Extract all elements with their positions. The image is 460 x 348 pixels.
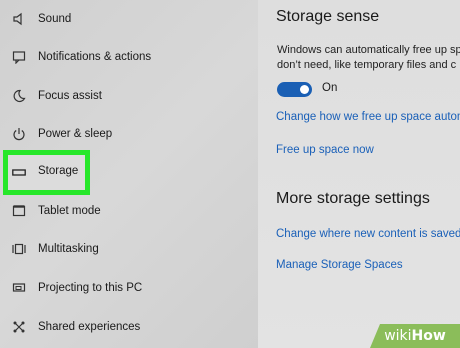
sidebar-item-focus-assist[interactable]: Focus assist bbox=[0, 77, 258, 115]
power-icon bbox=[11, 126, 27, 142]
toggle-state-label: On bbox=[322, 82, 338, 94]
moon-icon bbox=[11, 88, 27, 104]
settings-sidebar: Sound Notifications & actions Focus assi… bbox=[0, 0, 258, 348]
watermark-brand: wiki bbox=[384, 328, 412, 344]
shared-experiences-icon bbox=[11, 319, 27, 335]
sidebar-item-storage[interactable]: Storage bbox=[3, 150, 90, 195]
projector-icon bbox=[11, 280, 27, 296]
sidebar-item-label: Multitasking bbox=[38, 243, 99, 255]
sidebar-item-label: Shared experiences bbox=[38, 321, 141, 333]
notification-icon bbox=[11, 49, 27, 65]
tablet-icon bbox=[11, 203, 27, 219]
sidebar-item-shared-experiences[interactable]: Shared experiences bbox=[0, 308, 258, 346]
sidebar-item-label: Focus assist bbox=[38, 90, 102, 102]
toggle-knob bbox=[300, 85, 309, 94]
multitasking-icon bbox=[11, 241, 27, 257]
sidebar-item-projecting[interactable]: Projecting to this PC bbox=[0, 269, 258, 307]
free-up-space-now-link[interactable]: Free up space now bbox=[276, 144, 374, 156]
sidebar-item-notifications[interactable]: Notifications & actions bbox=[0, 38, 258, 76]
more-storage-settings-heading: More storage settings bbox=[276, 190, 430, 207]
storage-settings-panel: Storage sense Windows can automatically … bbox=[258, 0, 460, 348]
sidebar-item-multitasking[interactable]: Multitasking bbox=[0, 230, 258, 268]
change-free-up-space-link[interactable]: Change how we free up space autom bbox=[276, 111, 460, 123]
description-line: don’t need, like temporary files and c bbox=[277, 59, 457, 71]
storage-sense-toggle[interactable] bbox=[277, 82, 312, 97]
speaker-icon bbox=[11, 11, 27, 27]
watermark-brand-bold: How bbox=[411, 328, 446, 344]
sidebar-item-label: Notifications & actions bbox=[38, 51, 152, 63]
manage-storage-spaces-link[interactable]: Manage Storage Spaces bbox=[276, 259, 403, 271]
storage-sense-heading: Storage sense bbox=[276, 8, 380, 25]
sidebar-item-power-sleep[interactable]: Power & sleep bbox=[0, 115, 258, 153]
wikihow-watermark: wiki How bbox=[370, 324, 460, 348]
sidebar-item-tablet-mode[interactable]: Tablet mode bbox=[0, 192, 258, 230]
sidebar-item-label: Storage bbox=[38, 165, 79, 177]
description-line: Windows can automatically free up sp bbox=[277, 44, 460, 56]
storage-drive-icon bbox=[11, 165, 27, 181]
sidebar-item-label: Projecting to this PC bbox=[38, 282, 143, 294]
sidebar-item-label: Sound bbox=[38, 13, 72, 25]
sidebar-item-label: Tablet mode bbox=[38, 205, 101, 217]
sidebar-item-sound[interactable]: Sound bbox=[0, 0, 258, 38]
storage-sense-description: Windows can automatically free up sp don… bbox=[277, 43, 460, 73]
sidebar-item-label: Power & sleep bbox=[38, 128, 113, 140]
change-new-content-location-link[interactable]: Change where new content is saved bbox=[276, 228, 460, 240]
